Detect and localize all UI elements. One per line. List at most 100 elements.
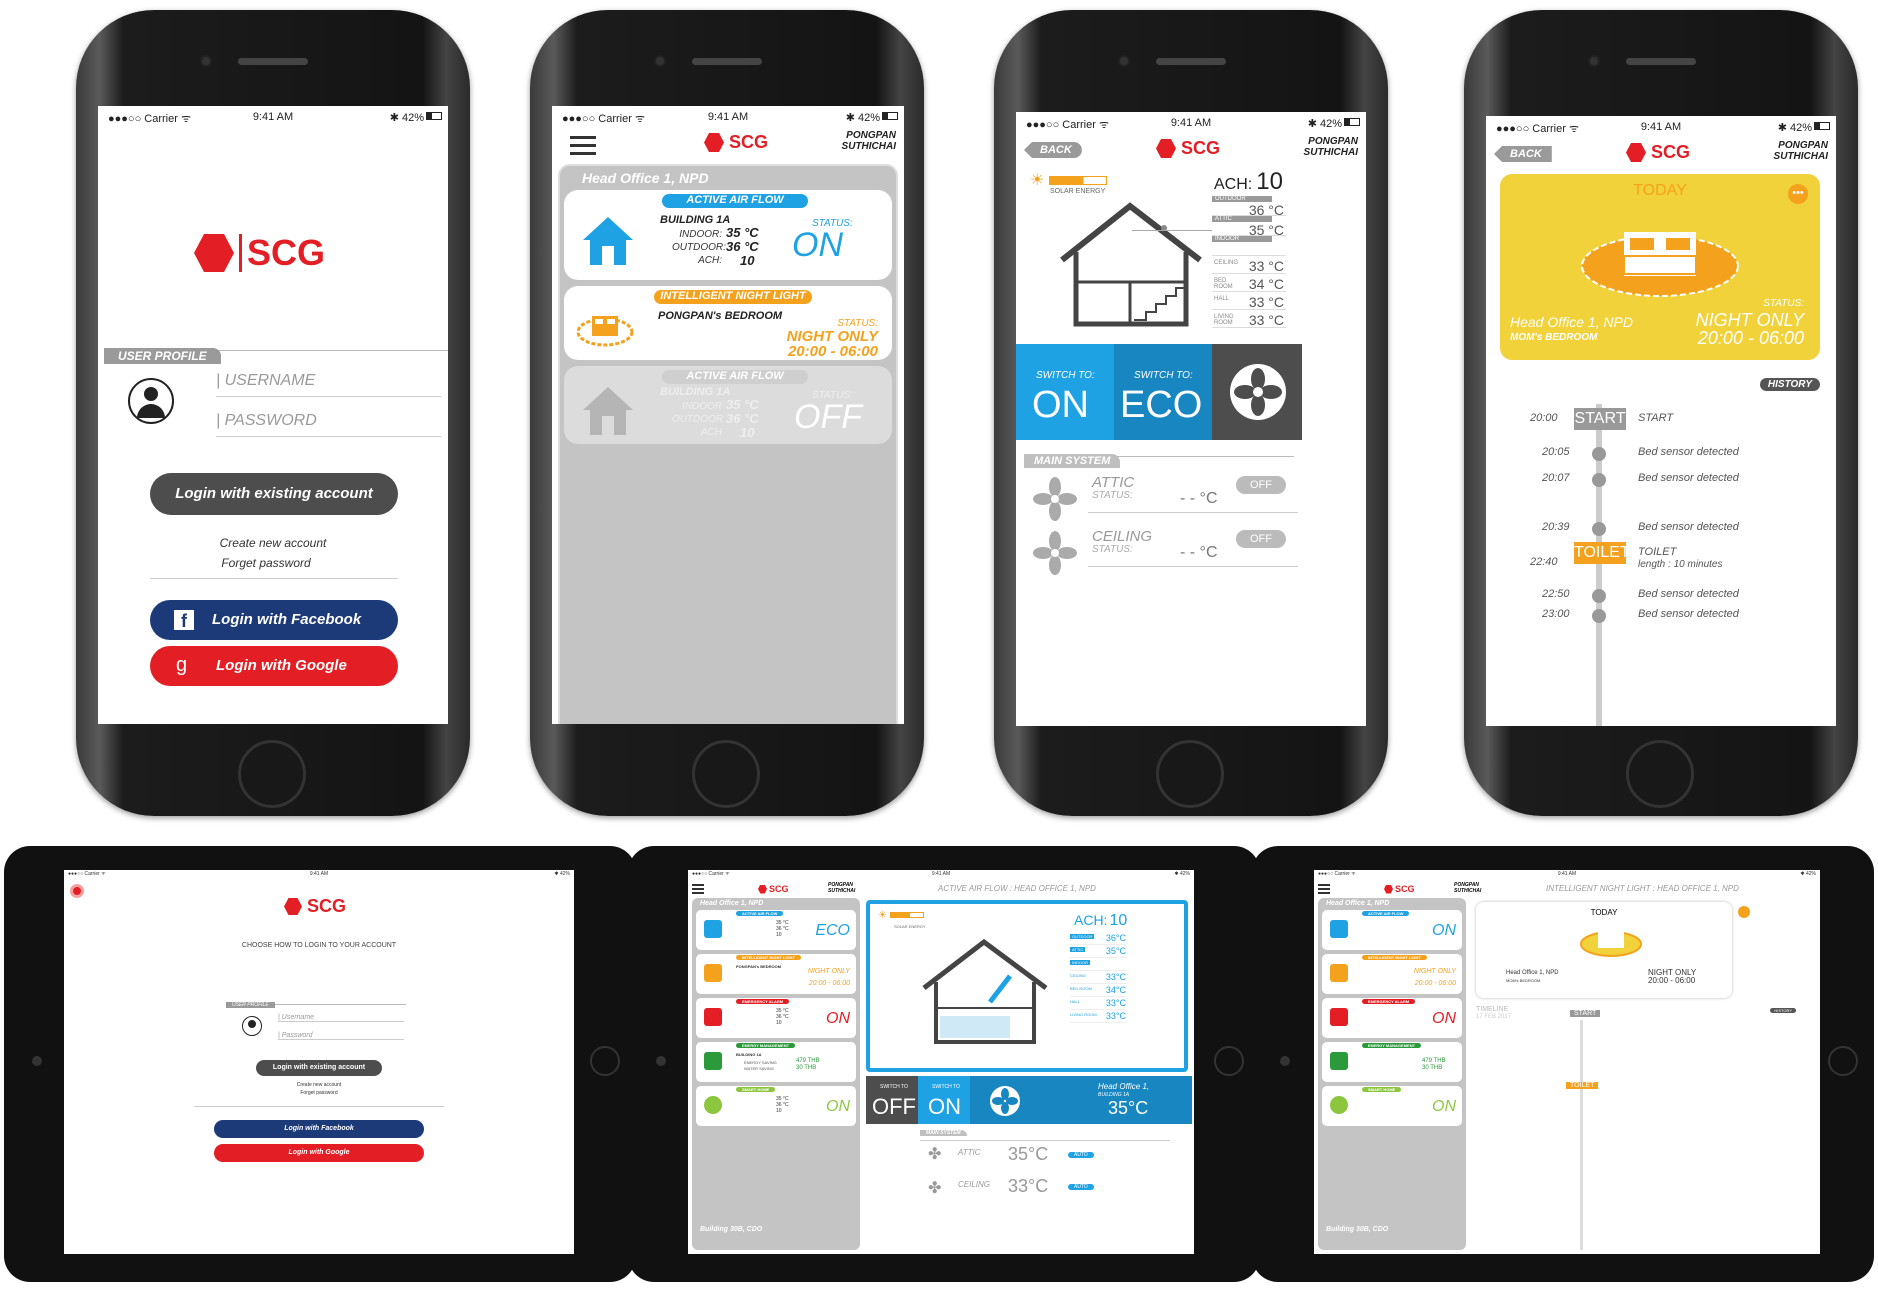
fan-panel[interactable] <box>1212 344 1302 440</box>
back-button[interactable]: BACK <box>1494 146 1552 162</box>
switch-eco-button[interactable]: SWITCH TO: ECO <box>1114 344 1214 440</box>
create-account-link[interactable]: Create new account <box>64 1082 574 1088</box>
sidebar-card[interactable]: ENERGY MANAGEMENT 479 THB 30 THB <box>1322 1042 1462 1082</box>
scg-logo: SCG <box>284 896 346 917</box>
house-overview: ☀ SOLAR ENERGY ACH: 10 OUTDOOR 36°C ATTIC 35… <box>866 900 1188 1072</box>
sidebar-card[interactable]: EMERGENCY ALARM ON <box>1322 998 1462 1038</box>
create-account-link[interactable]: Create new account <box>98 536 448 550</box>
more-options-icon[interactable]: ••• <box>1788 184 1808 204</box>
reading-row: INDOOR <box>1070 958 1126 971</box>
speaker <box>238 58 308 65</box>
user-name[interactable]: PONGPAN SUTHICHAI <box>1454 882 1481 894</box>
tablet-home-button[interactable] <box>590 1046 620 1076</box>
phone-airflow-detail: ●●●○○ Carrier ᯤ 9:41 AM ✱ 42% BACK SCG P… <box>994 10 1388 816</box>
hamburger-menu-icon[interactable] <box>570 136 596 155</box>
more-options-icon[interactable] <box>1738 906 1750 918</box>
tablet-night-light-dashboard: ●●●○○ Carrier ᯤ 9:41 AM ✱ 42% SCG PONGPA… <box>1252 846 1874 1282</box>
user-name[interactable]: PONGPAN SUTHICHAI <box>1304 136 1358 158</box>
reading-row: LIVING ROOM 33°C <box>1070 1011 1126 1023</box>
night-light-card[interactable]: INTELLIGENT NIGHT LIGHT PONGPAN's BEDROO… <box>564 286 892 360</box>
timeline-event: 22:50 Bed sensor detected <box>1486 588 1836 608</box>
login-existing-button[interactable]: Login with existing account <box>150 473 398 515</box>
username-input[interactable]: | Username <box>278 1014 404 1022</box>
house-icon <box>580 214 636 268</box>
password-input[interactable]: | Password <box>278 1032 404 1040</box>
tablet-night-screen: ●●●○○ Carrier ᯤ 9:41 AM ✱ 42% SCG PONGPA… <box>1314 870 1820 1254</box>
user-name[interactable]: PONGPAN SUTHICHAI <box>842 130 896 152</box>
scg-logo: SCG <box>1626 142 1690 163</box>
sidebar-card[interactable]: ENERGY MANAGEMENT BUILDING 1A ENERGY SAVIN… <box>696 1042 856 1082</box>
home-button[interactable] <box>1156 740 1224 808</box>
history-button[interactable]: HISTORY <box>1770 1008 1796 1013</box>
battery-icon <box>1814 122 1830 130</box>
timeline-dot <box>1592 609 1606 623</box>
elephant-icon <box>194 234 234 272</box>
avatar-icon <box>242 1016 262 1036</box>
tablet-login: ●●●○○ Carrier ᯤ 9:41 AM ✱ 42% SCG CHOOSE… <box>4 846 636 1282</box>
camera <box>654 55 666 67</box>
hamburger-menu-icon[interactable] <box>1318 884 1330 894</box>
sidebar-card[interactable]: EMERGENCY ALARM ON 35 °C 36 °C 10 <box>696 998 856 1038</box>
status-bar: ●●●○○ Carrier ᯤ 9:41 AM ✱ 42% <box>1016 112 1366 134</box>
tablet-airflow-screen: ●●●○○ Carrier ᯤ 9:41 AM ✱ 42% SCG PONGPA… <box>688 870 1194 1254</box>
switch-off-button[interactable]: SWITCH TO OFF <box>866 1076 918 1124</box>
system-toggle[interactable]: OFF <box>1236 530 1286 548</box>
sidebar-card[interactable]: ACTIVE AIR FLOW ECO 35 °C 36 °C 10 <box>696 910 856 950</box>
attic-auto-toggle[interactable]: AUTO <box>1068 1152 1094 1158</box>
facebook-login-button[interactable]: f Login with Facebook <box>150 600 398 640</box>
system-row-ceiling: CEILING STATUS: - - °C OFF <box>1016 522 1302 576</box>
google-login-button[interactable]: Login with Google <box>214 1144 424 1162</box>
speaker <box>1626 58 1696 65</box>
close-icon[interactable] <box>70 884 84 898</box>
ceiling-auto-toggle[interactable]: AUTO <box>1068 1184 1094 1190</box>
page-header: ACTIVE AIR FLOW : HEAD OFFICE 1, NPD <box>938 884 1096 893</box>
tablet-login-screen: ●●●○○ Carrier ᯤ 9:41 AM ✱ 42% SCG CHOOSE… <box>64 870 574 1254</box>
forget-password-link[interactable]: Forget password <box>98 556 434 570</box>
user-name[interactable]: PONGPAN SUTHICHAI <box>1774 140 1828 162</box>
facebook-login-button[interactable]: Login with Facebook <box>214 1120 424 1138</box>
fan-icon <box>1032 476 1078 527</box>
attic-fan-icon: ✤ <box>928 1146 942 1163</box>
google-login-button[interactable]: g Login with Google <box>150 646 398 686</box>
back-button[interactable]: BACK <box>1024 142 1082 158</box>
sidebar-card[interactable]: INTELLIGENT NIGHT LIGHT NIGHT ONLY 20:00 -… <box>696 954 856 994</box>
hamburger-menu-icon[interactable] <box>692 884 704 894</box>
system-toggle[interactable]: OFF <box>1236 476 1286 494</box>
home-button[interactable] <box>1626 740 1694 808</box>
device-icon <box>704 964 722 982</box>
password-input[interactable]: | PASSWORD <box>216 412 441 437</box>
user-name[interactable]: PONGPAN SUTHICHAI <box>828 882 855 894</box>
fan-icon <box>1032 530 1078 581</box>
timeline-event: 20:00 START START <box>1486 408 1836 432</box>
history-button[interactable]: HISTORY <box>1759 378 1820 391</box>
divider <box>150 578 398 579</box>
today-card[interactable]: TODAY Head Office 1, NPD MOM's BEDROOM N… <box>1476 902 1732 998</box>
timeline-event: 22:40 TOILET TOILET length : 10 minutes <box>1530 542 1723 570</box>
login-existing-button[interactable]: Login with existing account <box>256 1060 382 1076</box>
switch-on-button[interactable]: SWITCH TO ON <box>918 1076 970 1124</box>
forget-password-link[interactable]: Forget password <box>64 1090 574 1096</box>
airflow-card[interactable]: ACTIVE AIR FLOW BUILDING 1A INDOOR: OUTDO… <box>564 190 892 280</box>
phone-login: ●●●○○ Carrier ᯤ 9:41 AM ✱ 42% SCG USER P… <box>76 10 470 816</box>
airflow-card-off[interactable]: ACTIVE AIR FLOW BUILDING 1A INDOOR OUTDOO… <box>564 366 892 444</box>
reading-row: CEILING 33 °C <box>1212 258 1286 274</box>
home-button[interactable] <box>692 740 760 808</box>
airflow-screen: ●●●○○ Carrier ᯤ 9:41 AM ✱ 42% BACK SCG P… <box>1016 112 1366 726</box>
sidebar-card[interactable]: INTELLIGENT NIGHT LIGHT NIGHT ONLY 20:00 -… <box>1322 954 1462 994</box>
username-input[interactable]: | USERNAME <box>216 372 441 397</box>
status-off: OFF <box>794 398 862 436</box>
status-bar: ●●●○○ Carrier ᯤ 9:41 AM ✱ 42% <box>692 871 1190 877</box>
tablet-home-button[interactable] <box>1828 1046 1858 1076</box>
today-card[interactable]: TODAY ••• Head Office 1, NPD MOM's BEDRO… <box>1500 174 1820 360</box>
tablet-home-button[interactable] <box>1214 1046 1244 1076</box>
home-button[interactable] <box>238 740 306 808</box>
sidebar-card[interactable]: ACTIVE AIR FLOW ON <box>1322 910 1462 950</box>
bed-icon <box>1578 920 1644 963</box>
reading-row: BED ROOM 34 °C <box>1212 276 1286 292</box>
airflow-tag: ACTIVE AIR FLOW <box>662 194 808 208</box>
battery-icon <box>426 112 442 120</box>
timeline-event: 23:00 Bed sensor detected <box>1486 608 1836 628</box>
sidebar-card[interactable]: SMART HOME ON <box>1322 1086 1462 1126</box>
sidebar-card[interactable]: SMART HOME ON 35 °C 36 °C 10 <box>696 1086 856 1126</box>
reading-row: OUTDOOR 36°C <box>1070 933 1126 945</box>
